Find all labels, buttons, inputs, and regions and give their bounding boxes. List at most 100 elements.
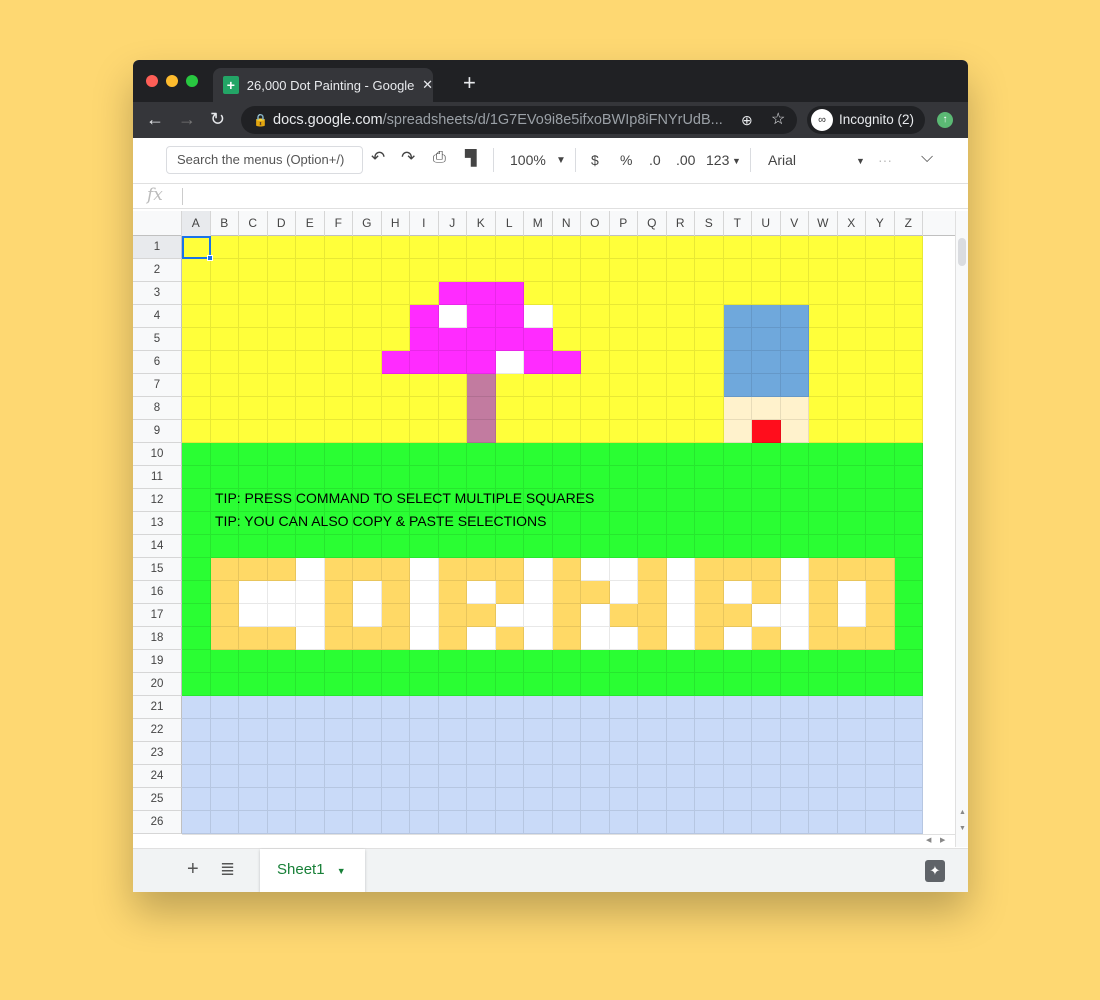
- cell[interactable]: [552, 535, 581, 558]
- cell[interactable]: [752, 236, 781, 259]
- cell[interactable]: [267, 719, 296, 742]
- cell[interactable]: [866, 627, 895, 650]
- cell[interactable]: [809, 466, 838, 489]
- cell[interactable]: [353, 765, 382, 788]
- cell[interactable]: [780, 466, 809, 489]
- cell[interactable]: [267, 788, 296, 811]
- cell[interactable]: [381, 742, 410, 765]
- cell[interactable]: [324, 466, 353, 489]
- cell[interactable]: [866, 236, 895, 259]
- cell[interactable]: [495, 328, 524, 351]
- cell[interactable]: [552, 512, 581, 535]
- cell[interactable]: [239, 397, 268, 420]
- cell[interactable]: [723, 328, 752, 351]
- cell[interactable]: [695, 420, 724, 443]
- cell[interactable]: [210, 558, 239, 581]
- cell[interactable]: [467, 673, 496, 696]
- column-header[interactable]: V: [781, 211, 809, 236]
- cell[interactable]: [552, 719, 581, 742]
- cell[interactable]: [638, 765, 667, 788]
- cell[interactable]: [296, 305, 325, 328]
- cell[interactable]: [410, 765, 439, 788]
- new-tab-button[interactable]: +: [463, 70, 476, 96]
- cell[interactable]: [695, 374, 724, 397]
- row-header[interactable]: 9: [133, 420, 182, 443]
- cell[interactable]: [410, 742, 439, 765]
- scroll-thumb[interactable]: [958, 238, 966, 266]
- cell[interactable]: [324, 811, 353, 834]
- cell[interactable]: [894, 696, 923, 719]
- cell[interactable]: [809, 512, 838, 535]
- cell[interactable]: [438, 788, 467, 811]
- scroll-down-icon[interactable]: ▼: [959, 825, 966, 832]
- cell[interactable]: [524, 443, 553, 466]
- cell[interactable]: [324, 627, 353, 650]
- cell[interactable]: [638, 581, 667, 604]
- cell[interactable]: [695, 351, 724, 374]
- zoom-select[interactable]: 100%: [510, 152, 546, 168]
- cell[interactable]: [495, 719, 524, 742]
- cell[interactable]: [723, 512, 752, 535]
- sheet-tab-sheet1[interactable]: Sheet1 ▼: [260, 849, 365, 892]
- cell[interactable]: [353, 535, 382, 558]
- cell[interactable]: [609, 719, 638, 742]
- decrease-decimal-button[interactable]: .0: [649, 152, 661, 168]
- cell[interactable]: [182, 305, 211, 328]
- cell[interactable]: [581, 420, 610, 443]
- cell[interactable]: [182, 328, 211, 351]
- cell[interactable]: [866, 788, 895, 811]
- cell[interactable]: [324, 282, 353, 305]
- cell[interactable]: [267, 282, 296, 305]
- cell[interactable]: [666, 742, 695, 765]
- cell[interactable]: [552, 788, 581, 811]
- cell[interactable]: [752, 604, 781, 627]
- cell[interactable]: [666, 788, 695, 811]
- cell[interactable]: [495, 581, 524, 604]
- cell[interactable]: [837, 673, 866, 696]
- cell[interactable]: [438, 719, 467, 742]
- cell[interactable]: [894, 535, 923, 558]
- cell[interactable]: [723, 696, 752, 719]
- cell[interactable]: [267, 650, 296, 673]
- column-header[interactable]: R: [667, 211, 695, 236]
- cell[interactable]: [581, 374, 610, 397]
- cell[interactable]: [894, 765, 923, 788]
- minimize-window-button[interactable]: [166, 75, 178, 87]
- cell[interactable]: [809, 489, 838, 512]
- cell[interactable]: [267, 604, 296, 627]
- column-header[interactable]: T: [724, 211, 752, 236]
- cell[interactable]: [752, 742, 781, 765]
- cell[interactable]: [666, 558, 695, 581]
- cell[interactable]: [381, 374, 410, 397]
- cell[interactable]: [638, 604, 667, 627]
- cell[interactable]: [809, 719, 838, 742]
- cell[interactable]: [894, 719, 923, 742]
- cell[interactable]: [182, 627, 211, 650]
- cell[interactable]: [438, 811, 467, 834]
- chevron-down-icon[interactable]: ▼: [556, 155, 566, 166]
- cell[interactable]: [353, 282, 382, 305]
- cell[interactable]: [182, 765, 211, 788]
- cell[interactable]: [837, 328, 866, 351]
- cell[interactable]: [495, 420, 524, 443]
- cell[interactable]: [866, 351, 895, 374]
- cell[interactable]: [866, 374, 895, 397]
- cell[interactable]: [894, 673, 923, 696]
- cell[interactable]: [752, 558, 781, 581]
- cell[interactable]: [894, 627, 923, 650]
- cell[interactable]: [467, 604, 496, 627]
- cell[interactable]: [581, 765, 610, 788]
- cell[interactable]: [324, 374, 353, 397]
- cell[interactable]: [324, 236, 353, 259]
- reload-icon[interactable]: ↻: [210, 109, 225, 130]
- currency-button[interactable]: $: [591, 152, 599, 168]
- cell[interactable]: [866, 259, 895, 282]
- cell[interactable]: [837, 627, 866, 650]
- cell[interactable]: [410, 719, 439, 742]
- cell[interactable]: [524, 351, 553, 374]
- cell[interactable]: [410, 604, 439, 627]
- cell[interactable]: [438, 765, 467, 788]
- cell[interactable]: [410, 788, 439, 811]
- cell[interactable]: [638, 673, 667, 696]
- cell[interactable]: [780, 650, 809, 673]
